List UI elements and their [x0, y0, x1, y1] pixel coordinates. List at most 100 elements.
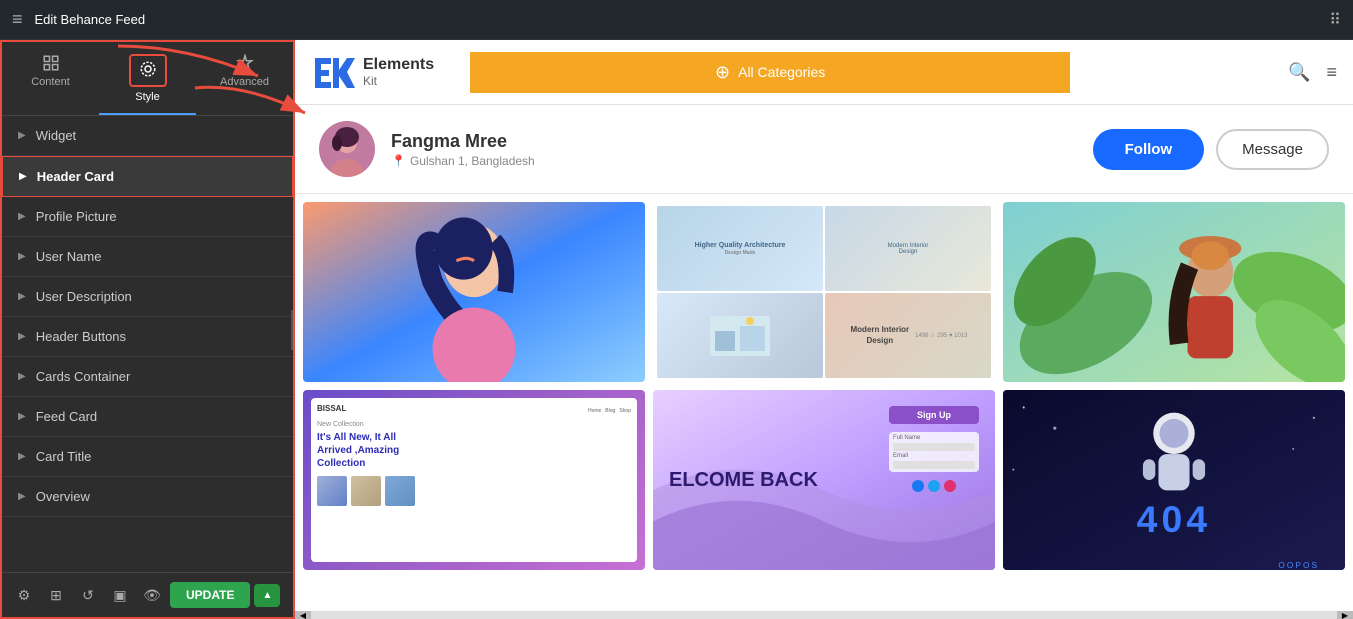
- tab-content[interactable]: Content: [2, 42, 99, 115]
- sidebar-items: ▶ Widget ▶ Header Card ▶ Profile Picture…: [2, 116, 293, 572]
- card2-item-4: Modern InteriorDesign 1498 ☆ 295 ♥ 1013: [825, 293, 991, 378]
- sidebar-item-label: Overview: [36, 489, 90, 504]
- all-categories-button[interactable]: ⊕ All Categories: [470, 52, 1070, 93]
- project-card-1[interactable]: [303, 202, 645, 382]
- profile-actions: Follow Message: [1093, 129, 1329, 170]
- svg-text:OOPOS: OOPOS: [1278, 560, 1319, 570]
- tab-content-label: Content: [31, 76, 70, 88]
- chevron-icon: ▶: [18, 411, 26, 422]
- topbar-title: Edit Behance Feed: [35, 12, 146, 27]
- projects-grid: Higher Quality ArchitectureDesign Made M…: [295, 194, 1353, 578]
- card2-item-1: Higher Quality ArchitectureDesign Made: [657, 206, 823, 291]
- history-icon[interactable]: ↺: [74, 581, 102, 609]
- sidebar-tabs: Content Style Advanced: [2, 42, 293, 116]
- profile-info: Fangma Mree 📍 Gulshan 1, Bangladesh: [391, 131, 1077, 168]
- sidebar-item-cards-container[interactable]: ▶ Cards Container: [2, 357, 293, 397]
- project-card-4[interactable]: BISSAL HomeBlogShop New Collection It's …: [303, 390, 645, 570]
- sidebar-item-label: Header Card: [37, 169, 114, 184]
- sidebar-item-card-title[interactable]: ▶ Card Title: [2, 437, 293, 477]
- sidebar-item-label: User Name: [36, 249, 102, 264]
- sidebar-item-widget[interactable]: ▶ Widget: [2, 116, 293, 156]
- project-card-3[interactable]: [1003, 202, 1345, 382]
- sidebar-item-profile-picture[interactable]: ▶ Profile Picture: [2, 197, 293, 237]
- profile-name: Fangma Mree: [391, 131, 1077, 152]
- settings-icon[interactable]: ⚙: [10, 581, 38, 609]
- room-illustration: [710, 316, 770, 356]
- signup-box[interactable]: Sign Up: [889, 406, 979, 424]
- avatar: [319, 121, 375, 177]
- bissal-tagline: It's All New, It All Arrived ,Amazing Co…: [317, 431, 631, 470]
- update-arrow-button[interactable]: ▲: [254, 584, 280, 607]
- card3-illustration: [1003, 202, 1345, 382]
- sidebar-item-label: Widget: [36, 128, 76, 143]
- sidebar-item-feed-card[interactable]: ▶ Feed Card: [2, 397, 293, 437]
- tab-advanced-label: Advanced: [220, 76, 269, 88]
- tab-advanced[interactable]: Advanced: [196, 42, 293, 115]
- project-card-5[interactable]: ELCOME BACK Sign Up Full Name Email: [653, 390, 995, 570]
- tab-style[interactable]: Style: [99, 42, 196, 115]
- avatar-image: [319, 121, 375, 177]
- top-bar: ≡ Edit Behance Feed ⠿: [0, 0, 1353, 40]
- bottom-scrollbar[interactable]: ◀ ▶: [295, 611, 1353, 619]
- preview-icon[interactable]: 👁: [138, 581, 166, 609]
- main-layout: Content Style Advanced ▶ Wid: [0, 40, 1353, 619]
- sidebar-item-label: User Description: [36, 289, 132, 304]
- layers-icon[interactable]: ⊞: [42, 581, 70, 609]
- logo-area: Elements Kit: [295, 40, 450, 104]
- bissal-inner: BISSAL HomeBlogShop New Collection It's …: [311, 398, 637, 562]
- chevron-icon: ▶: [18, 130, 26, 141]
- card2-item-2: Modern InteriorDesign: [825, 206, 991, 291]
- update-button[interactable]: UPDATE: [170, 582, 250, 608]
- logo-brand: Elements: [363, 56, 434, 74]
- menu-icon[interactable]: ≡: [1326, 62, 1337, 83]
- scroll-left-button[interactable]: ◀: [295, 611, 311, 619]
- scroll-right-button[interactable]: ▶: [1337, 611, 1353, 619]
- welcome-text: ELCOME BACK: [669, 469, 818, 491]
- location-pin-icon: 📍: [391, 154, 406, 168]
- svg-text:404: 404: [1137, 498, 1212, 540]
- sidebar-item-label: Profile Picture: [36, 209, 117, 224]
- preview-header: Elements Kit ⊕ All Categories 🔍 ≡: [295, 40, 1353, 105]
- sidebar-item-header-card[interactable]: ▶ Header Card: [2, 156, 293, 197]
- sidebar-item-overview[interactable]: ▶ Overview: [2, 477, 293, 517]
- message-button[interactable]: Message: [1216, 129, 1329, 170]
- bissal-brand: BISSAL: [317, 404, 346, 413]
- header-icons: 🔍 ≡: [1272, 62, 1353, 83]
- plus-circle-icon: ⊕: [715, 62, 730, 83]
- sidebar-item-label: Card Title: [36, 449, 92, 464]
- profile-location: 📍 Gulshan 1, Bangladesh: [391, 154, 1077, 168]
- chevron-icon: ▶: [18, 371, 26, 382]
- logo-text-area: Elements Kit: [363, 56, 434, 88]
- hamburger-icon[interactable]: ≡: [12, 9, 23, 30]
- profile-section: Fangma Mree 📍 Gulshan 1, Bangladesh Foll…: [295, 105, 1353, 194]
- bissal-product-images: [317, 476, 631, 506]
- tab-style-label: Style: [135, 91, 159, 103]
- search-icon[interactable]: 🔍: [1288, 62, 1310, 83]
- sidebar-item-user-description[interactable]: ▶ User Description: [2, 277, 293, 317]
- sidebar-item-header-buttons[interactable]: ▶ Header Buttons: [2, 317, 293, 357]
- chevron-icon: ▶: [18, 331, 26, 342]
- chevron-icon: ▶: [18, 491, 26, 502]
- grid-icon[interactable]: ⠿: [1329, 10, 1341, 30]
- sidebar-item-label: Cards Container: [36, 369, 131, 384]
- project-card-2[interactable]: Higher Quality ArchitectureDesign Made M…: [653, 202, 995, 382]
- chevron-icon: ▶: [19, 171, 27, 182]
- behance-content: Fangma Mree 📍 Gulshan 1, Bangladesh Foll…: [295, 105, 1353, 611]
- chevron-icon: ▶: [18, 451, 26, 462]
- sidebar: Content Style Advanced ▶ Wid: [0, 40, 295, 619]
- sidebar-item-user-name[interactable]: ▶ User Name: [2, 237, 293, 277]
- project-card-6[interactable]: 404 OOPOS: [1003, 390, 1345, 570]
- all-categories-label: All Categories: [738, 64, 825, 80]
- chevron-icon: ▶: [18, 251, 26, 262]
- profile-location-text: Gulshan 1, Bangladesh: [410, 154, 535, 168]
- chevron-icon: ▶: [18, 211, 26, 222]
- card1-illustration: [303, 202, 645, 382]
- content-area: Elements Kit ⊕ All Categories 🔍 ≡: [295, 40, 1353, 619]
- follow-button[interactable]: Follow: [1093, 129, 1205, 170]
- card6-bg: 404 OOPOS: [1003, 390, 1345, 570]
- sidebar-item-label: Feed Card: [36, 409, 97, 424]
- responsive-icon[interactable]: ▣: [106, 581, 134, 609]
- sidebar-bottom: ⚙ ⊞ ↺ ▣ 👁 UPDATE ▲: [2, 572, 293, 617]
- card2-item-3: [657, 293, 823, 378]
- collapse-handle[interactable]: ◀: [291, 310, 295, 350]
